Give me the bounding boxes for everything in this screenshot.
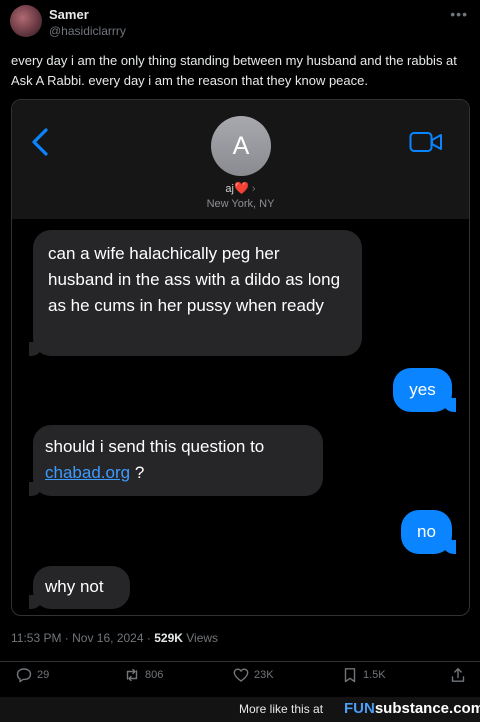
chabad-link[interactable]: chabad.org	[45, 463, 130, 482]
repost-count: 806	[145, 669, 164, 681]
like-count: 23K	[254, 669, 274, 681]
contact-location: New York, NY	[206, 198, 275, 210]
logo-fun: FUN	[344, 700, 375, 717]
message-bubble-received: can a wife halachically peg her husband …	[29, 230, 362, 356]
conversation-header: A aj❤️ › New York, NY	[12, 100, 469, 219]
repost-icon	[126, 668, 138, 682]
heart-outline-icon	[233, 668, 249, 682]
author-handle[interactable]: @hasidiclarrry	[49, 24, 126, 38]
message-bubble-sent: no	[401, 510, 456, 554]
message-text: why not	[45, 577, 104, 596]
views-label: Views	[186, 631, 219, 645]
logo-rest: substance.com	[374, 700, 480, 717]
contact-name-row: aj❤️ ›	[12, 181, 469, 195]
watermark-bar: More like this at FUNsubstance.com	[0, 697, 480, 722]
author-name[interactable]: Samer	[49, 7, 89, 22]
like-button[interactable]: 23K	[233, 667, 274, 683]
message-text: no	[417, 522, 436, 541]
bookmark-count: 1.5K	[363, 669, 386, 681]
message-bubble-received: should i send this question to chabad.or…	[29, 425, 323, 496]
reply-count: 29	[37, 669, 50, 681]
attached-screenshot[interactable]: A aj❤️ › New York, NY can a wife halachic…	[11, 99, 470, 616]
watermark-text: More like this at	[239, 702, 324, 716]
share-button[interactable]	[450, 667, 466, 683]
action-bar: 29 806 23K 1.5K	[0, 667, 480, 691]
back-chevron-icon	[32, 128, 48, 156]
bookmark-icon	[344, 668, 356, 683]
author-avatar[interactable]	[10, 5, 42, 37]
contact-avatar: A	[211, 116, 271, 176]
repost-button[interactable]: 806	[124, 667, 163, 683]
video-call-icon	[409, 132, 442, 152]
watermark-logo[interactable]: FUNsubstance.com	[344, 700, 480, 717]
message-text: yes	[409, 380, 436, 399]
timestamp[interactable]: 11:53 PM · Nov 16, 2024	[11, 631, 144, 645]
tweet-meta: 11:53 PM · Nov 16, 2024 · 529K Views	[11, 631, 219, 645]
bookmark-button[interactable]: 1.5K	[342, 667, 386, 683]
divider	[0, 661, 480, 662]
tweet-text: every day i am the only thing standing b…	[11, 53, 457, 88]
contact-name: aj	[225, 183, 234, 195]
heart-icon: ❤️	[233, 181, 249, 195]
reply-button[interactable]: 29	[16, 667, 49, 683]
share-icon	[451, 668, 465, 682]
message-text: should i send this question to	[45, 437, 265, 456]
message-text-end: ?	[134, 463, 145, 482]
message-text: can a wife halachically peg her husband …	[48, 244, 341, 315]
more-options-icon[interactable]: •••	[450, 6, 468, 22]
reply-icon	[16, 668, 32, 683]
message-bubble-sent: yes	[393, 368, 456, 412]
chevron-right-icon: ›	[251, 183, 256, 195]
message-bubble-received: why not	[29, 566, 130, 609]
views-count: 529K	[154, 631, 183, 645]
